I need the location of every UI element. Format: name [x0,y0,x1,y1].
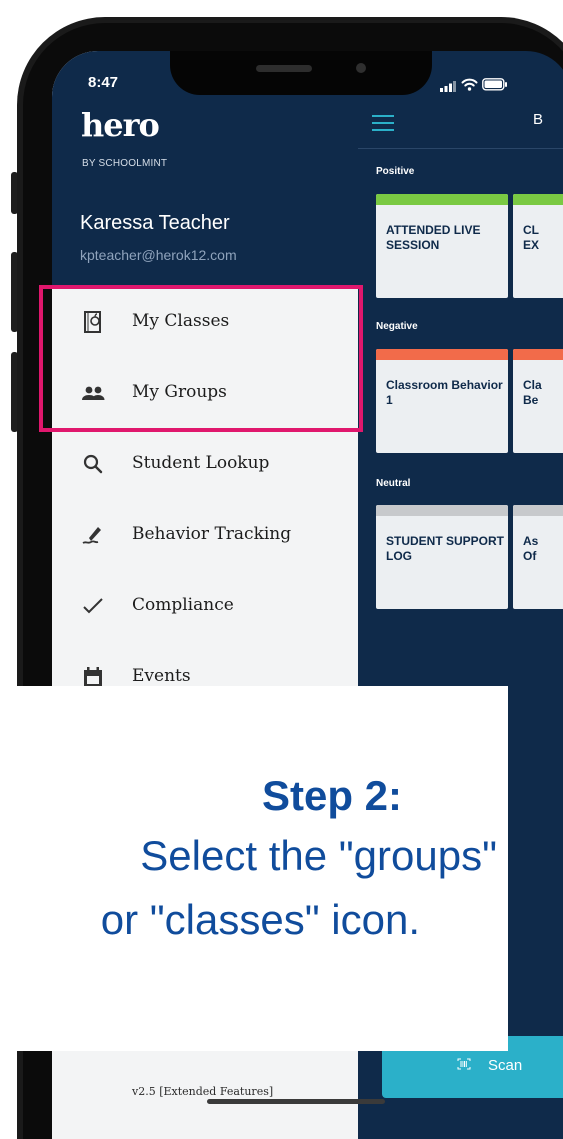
card-label: Classroom Behavior 1 [386,378,503,407]
wifi-icon [461,76,478,95]
hero-logo: hero [81,106,160,144]
menu-item-behavior-tracking[interactable]: Behavior Tracking [52,500,358,570]
card-label: ATTENDED LIVE SESSION [386,223,481,252]
menu-item-student-lookup[interactable]: Student Lookup [52,429,358,499]
behavior-pen-icon [80,522,106,548]
instruction-panel: Step 2: Select the "groups" or "classes"… [0,686,508,1051]
menu-item-label: Compliance [132,595,234,615]
card-color-bar [513,349,563,360]
card-label: STUDENT SUPPORT LOG [386,534,505,563]
header-title-partial: B [533,111,544,128]
front-camera [356,63,366,73]
phone-notch [170,51,432,95]
highlight-box [39,285,363,432]
instruction-line-1: Select the "groups" [140,832,497,879]
card-label: Cla Be [523,378,542,407]
instruction-text: Select the "groups" or "classes" icon. [0,832,508,972]
category-negative-label: Negative [376,321,418,332]
hamburger-menu-icon[interactable] [372,115,394,131]
status-time: 8:47 [88,74,119,91]
app-version: v2.5 [Extended Features] [132,1085,274,1098]
user-name: Karessa Teacher [80,212,230,234]
category-positive-label: Positive [376,166,415,177]
behavior-card-positive-2[interactable]: CL EX [513,194,563,298]
menu-item-compliance[interactable]: Compliance [52,571,358,641]
card-color-bar [376,194,508,205]
speaker-grille [256,65,312,72]
battery-icon [482,76,508,95]
behavior-card-negative-2[interactable]: Cla Be [513,349,563,453]
instruction-line-2: or "classes" icon. [100,896,420,943]
search-icon [80,451,106,477]
signal-icon [440,77,456,96]
category-neutral-label: Neutral [376,478,411,489]
checkmark-icon [80,593,106,619]
user-email: kpteacher@herok12.com [80,247,237,263]
header-divider [358,148,563,149]
behavior-card-classroom-behavior-1[interactable]: Classroom Behavior 1 [376,349,508,453]
menu-item-label: Behavior Tracking [132,524,292,544]
card-color-bar [513,505,563,516]
home-indicator [207,1099,385,1104]
behavior-card-student-support-log[interactable]: STUDENT SUPPORT LOG [376,505,508,609]
scan-button-label: Scan [488,1057,523,1074]
behavior-card-attended-live-session[interactable]: ATTENDED LIVE SESSION [376,194,508,298]
card-color-bar [513,194,563,205]
behavior-card-neutral-2[interactable]: As Of [513,505,563,609]
card-label: As Of [523,534,539,563]
menu-item-label: Events [132,666,191,686]
card-label: CL EX [523,223,540,252]
barcode-icon [457,1058,471,1073]
step-heading: Step 2: [261,772,402,819]
card-color-bar [376,505,508,516]
card-color-bar [376,349,508,360]
menu-item-label: Student Lookup [132,453,270,473]
logo-subtitle: BY SCHOOLMINT [82,158,168,169]
